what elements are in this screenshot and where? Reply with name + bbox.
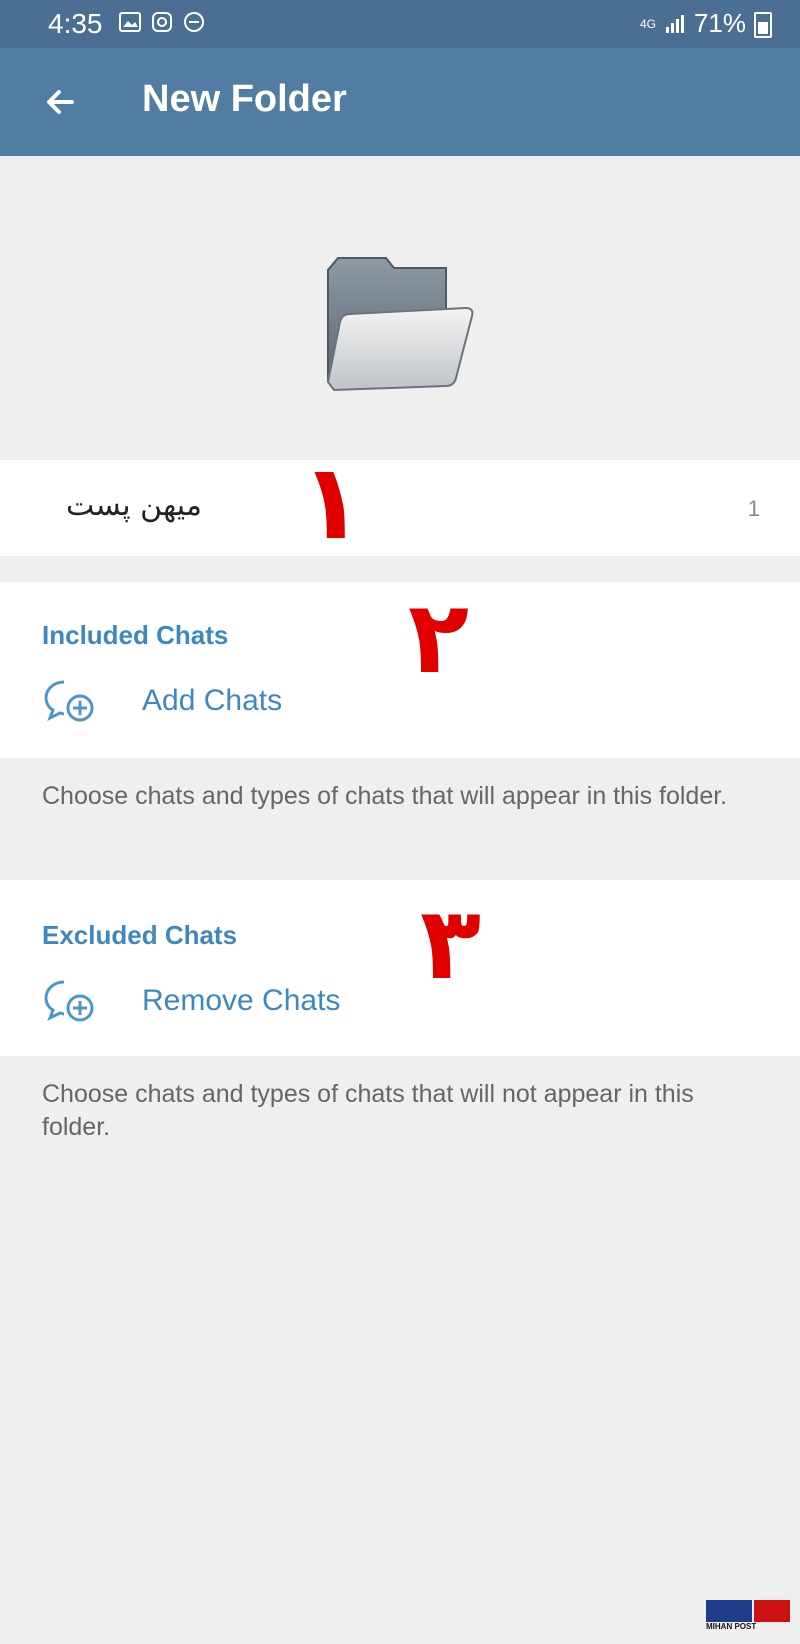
excluded-chats-title: Excluded Chats — [42, 920, 238, 950]
back-button[interactable] — [36, 78, 84, 126]
add-chat-icon — [44, 680, 94, 722]
annotation-number-1: ۱ — [300, 441, 364, 563]
excluded-chats-section: Excluded Chats Remove Chats ۳ — [0, 880, 800, 1056]
network-indicator: 4G — [639, 16, 656, 31]
included-chats-title: Included Chats — [42, 620, 229, 650]
remove-chats-label: Remove Chats — [142, 984, 341, 1017]
page-title: New Folder — [142, 78, 347, 120]
add-chats-button[interactable]: Add Chats — [42, 678, 282, 724]
folder-name-row[interactable]: میهن پست ۱ 1 — [0, 450, 800, 556]
image-icon — [119, 12, 141, 32]
character-count: 1 — [747, 496, 760, 521]
app-header: New Folder — [0, 48, 800, 156]
back-arrow-icon — [47, 90, 74, 114]
status-right: 4G 71% — [640, 8, 746, 39]
folder-area — [0, 156, 800, 458]
battery-percent: 71% — [693, 8, 746, 38]
included-chats-section: Included Chats Add Chats ۲ — [0, 579, 800, 758]
annotation-number-2: ۲ — [408, 579, 470, 696]
status-time: 4:35 — [48, 8, 103, 39]
battery-icon — [754, 12, 772, 38]
folder-icon — [326, 257, 474, 392]
annotation-number-3: ۳ — [420, 885, 482, 1002]
watermark-text: MIHAN POST — [706, 1622, 757, 1631]
signal-icon — [665, 14, 684, 33]
remove-chats-button[interactable]: Remove Chats — [42, 978, 340, 1024]
remove-chat-icon — [44, 980, 94, 1022]
excluded-chats-hint: Choose chats and types of chats that wil… — [42, 1080, 694, 1141]
watermark-p-block — [754, 1600, 790, 1622]
included-chats-hint: Choose chats and types of chats that wil… — [42, 782, 728, 810]
instagram-icon — [152, 12, 172, 32]
folder-name-input[interactable]: میهن پست — [66, 488, 202, 523]
add-chats-label: Add Chats — [142, 684, 283, 717]
status-icons — [118, 10, 206, 34]
status-bar: 4:35 4G 71% — [0, 0, 800, 48]
watermark-logo: MIHAN POST — [706, 1600, 792, 1634]
watermark-m-block — [706, 1600, 752, 1622]
watermark-mark — [706, 1600, 792, 1622]
do-not-disturb-icon — [184, 12, 204, 32]
